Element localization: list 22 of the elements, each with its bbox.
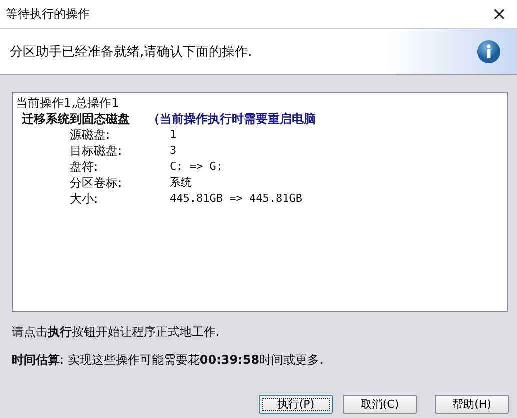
detail-value: 1 [170, 127, 178, 143]
time-estimate: 时间估算: 实现这些操作可能需要花00:39:58时间或更多. [12, 352, 324, 369]
cancel-button[interactable]: 取消(C) [343, 395, 417, 414]
operation-note: （当前操作执行时需要重启电脑 [148, 111, 316, 127]
detail-label: 目标磁盘: [70, 143, 124, 159]
detail-label: 盘符: [70, 159, 100, 175]
help-button[interactable]: 帮助(H) [435, 395, 509, 414]
detail-value: 系统 [170, 175, 193, 191]
close-button[interactable]: × [490, 4, 509, 24]
operation-summary: 当前操作1,总操作1 [16, 95, 120, 111]
info-icon [477, 40, 501, 64]
instruction-text: 请点击执行按钮开始让程序正式地工作. [12, 324, 221, 341]
window-title: 等待执行的操作 [6, 6, 90, 22]
detail-label: 分区卷标: [70, 175, 124, 191]
execute-button[interactable]: 执行(P) [259, 395, 333, 414]
detail-value: C: => G: [170, 159, 224, 175]
detail-value: 445.81GB => 445.81GB [170, 191, 304, 207]
operation-title: 迁移系统到固态磁盘 [22, 111, 130, 127]
header-message: 分区助手已经准备就绪,请确认下面的操作. [10, 44, 252, 60]
detail-label: 大小: [70, 191, 100, 207]
detail-label: 源磁盘: [70, 127, 112, 143]
detail-value: 3 [170, 143, 178, 159]
